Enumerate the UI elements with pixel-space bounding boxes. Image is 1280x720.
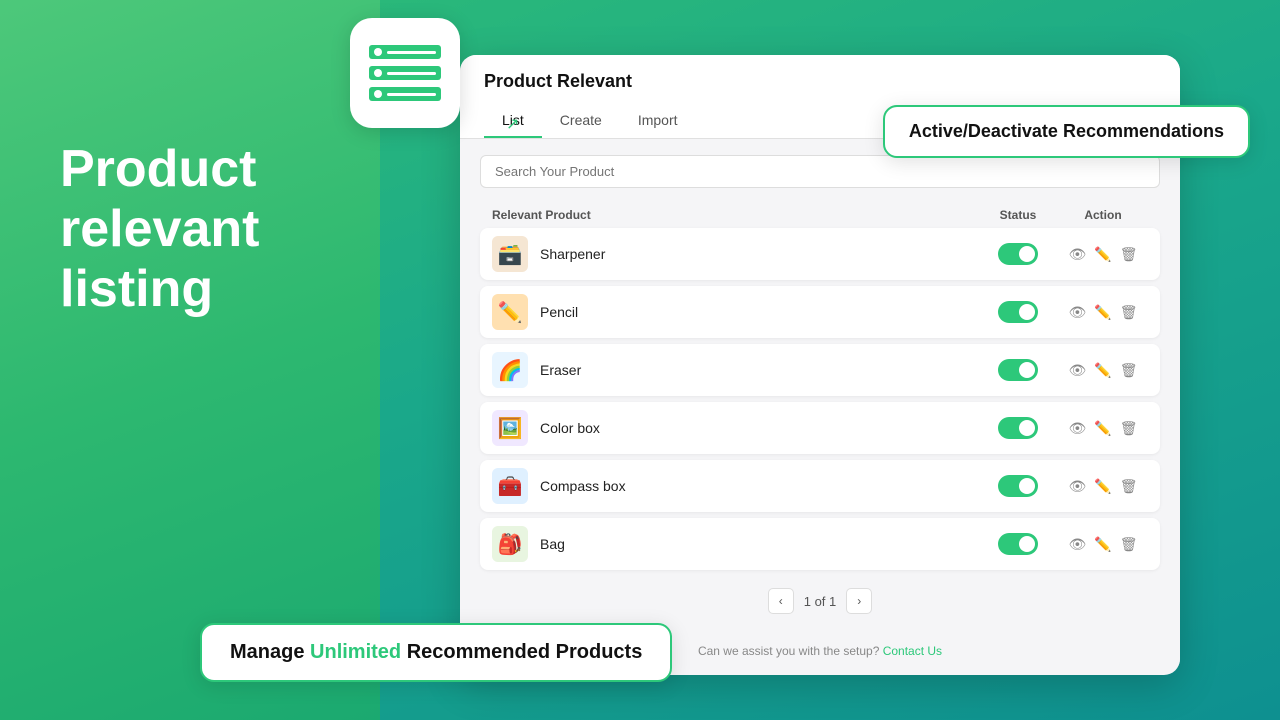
status-cell (978, 359, 1058, 381)
view-icon[interactable]: 👁 (1069, 478, 1087, 495)
delete-icon[interactable]: 🗑 (1120, 304, 1138, 321)
product-name: Compass box (540, 478, 978, 494)
status-toggle[interactable] (998, 417, 1038, 439)
status-toggle[interactable] (998, 359, 1038, 381)
status-toggle[interactable] (998, 301, 1038, 323)
action-cell: 👁 ✏️ 🗑 (1058, 362, 1148, 379)
view-icon[interactable]: 👁 (1069, 420, 1087, 437)
edit-icon[interactable]: ✏️ (1094, 478, 1111, 495)
edit-icon[interactable]: ✏️ (1094, 536, 1111, 553)
product-name: Sharpener (540, 246, 978, 262)
delete-icon[interactable]: 🗑 (1120, 246, 1138, 263)
col-header-action: Action (1058, 208, 1148, 222)
table-row: 🖼️ Color box 👁 ✏️ 🗑 (480, 402, 1160, 454)
product-name: Pencil (540, 304, 978, 320)
callout-bottom-prefix: Manage (230, 641, 310, 663)
logo-bar-3 (369, 87, 441, 101)
action-cell: 👁 ✏️ 🗑 (1058, 420, 1148, 437)
status-toggle[interactable] (998, 475, 1038, 497)
logo-circle-1 (374, 48, 382, 56)
logo-circle-3 (374, 90, 382, 98)
edit-icon[interactable]: ✏️ (1094, 420, 1111, 437)
logo-bar-2 (369, 66, 441, 80)
callout-top-badge: Active/Deactivate Recommendations (883, 105, 1250, 158)
edit-icon[interactable]: ✏️ (1094, 246, 1111, 263)
delete-icon[interactable]: 🗑 (1120, 420, 1138, 437)
logo-line-3 (387, 93, 436, 96)
table-row: 🧰 Compass box 👁 ✏️ 🗑 (480, 460, 1160, 512)
hero-line2: relevant (60, 200, 259, 258)
product-thumb: 🧰 (492, 468, 528, 504)
table-header: Relevant Product Status Action (480, 202, 1160, 228)
callout-bottom-badge: Manage Unlimited Recommended Products (200, 623, 672, 682)
action-cell: 👁 ✏️ 🗑 (1058, 304, 1148, 321)
table-row: 🌈 Eraser 👁 ✏️ 🗑 (480, 344, 1160, 396)
footer-help-text: Can we assist you with the setup? (698, 644, 883, 658)
logo-bar-1 (369, 45, 441, 59)
product-thumb: 🗃️ (492, 236, 528, 272)
view-icon[interactable]: 👁 (1069, 304, 1087, 321)
view-icon[interactable]: 👁 (1069, 362, 1087, 379)
tab-list[interactable]: List ↗ (484, 104, 542, 138)
search-input[interactable] (480, 155, 1160, 188)
logo-card (350, 18, 460, 128)
action-cell: 👁 ✏️ 🗑 (1058, 536, 1148, 553)
product-name: Bag (540, 536, 978, 552)
logo-circle-2 (374, 69, 382, 77)
col-header-status: Status (978, 208, 1058, 222)
product-list: 🗃️ Sharpener 👁 ✏️ 🗑 ✏️ Pencil 👁 ✏️ 🗑 🌈 (480, 228, 1160, 570)
product-thumb: ✏️ (492, 294, 528, 330)
table-row: 🎒 Bag 👁 ✏️ 🗑 (480, 518, 1160, 570)
app-title: Product Relevant (484, 71, 1156, 92)
app-body: Relevant Product Status Action 🗃️ Sharpe… (460, 139, 1180, 638)
tab-import[interactable]: Import (620, 104, 696, 138)
hero-text: Product relevant listing (60, 140, 259, 319)
delete-icon[interactable]: 🗑 (1120, 362, 1138, 379)
action-cell: 👁 ✏️ 🗑 (1058, 246, 1148, 263)
page-next-btn[interactable]: › (846, 588, 872, 614)
page-info: 1 of 1 (804, 594, 837, 609)
hero-line1: Product (60, 140, 256, 198)
status-cell (978, 533, 1058, 555)
callout-top-bold: Recommendations (1063, 121, 1224, 141)
product-thumb: 🖼️ (492, 410, 528, 446)
action-cell: 👁 ✏️ 🗑 (1058, 478, 1148, 495)
tab-create[interactable]: Create (542, 104, 620, 138)
logo-line-1 (387, 51, 436, 54)
edit-icon[interactable]: ✏️ (1094, 362, 1111, 379)
callout-bottom-bold: Products (556, 641, 643, 663)
status-toggle[interactable] (998, 243, 1038, 265)
product-name: Color box (540, 420, 978, 436)
delete-icon[interactable]: 🗑 (1120, 478, 1138, 495)
status-cell (978, 301, 1058, 323)
cursor-icon: ↗ (506, 114, 519, 134)
page-prev-btn[interactable]: ‹ (768, 588, 794, 614)
status-toggle[interactable] (998, 533, 1038, 555)
callout-bottom-middle: Recommended (401, 641, 555, 663)
col-header-product: Relevant Product (492, 208, 978, 222)
product-thumb: 🌈 (492, 352, 528, 388)
product-name: Eraser (540, 362, 978, 378)
status-cell (978, 475, 1058, 497)
hero-line3: listing (60, 260, 213, 318)
callout-bottom-highlight: Unlimited (310, 641, 401, 663)
footer-contact-link[interactable]: Contact Us (883, 644, 942, 658)
view-icon[interactable]: 👁 (1069, 246, 1087, 263)
table-row: ✏️ Pencil 👁 ✏️ 🗑 (480, 286, 1160, 338)
product-thumb: 🎒 (492, 526, 528, 562)
view-icon[interactable]: 👁 (1069, 536, 1087, 553)
delete-icon[interactable]: 🗑 (1120, 536, 1138, 553)
table-row: 🗃️ Sharpener 👁 ✏️ 🗑 (480, 228, 1160, 280)
status-cell (978, 243, 1058, 265)
edit-icon[interactable]: ✏️ (1094, 304, 1111, 321)
status-cell (978, 417, 1058, 439)
pagination: ‹ 1 of 1 › (480, 576, 1160, 622)
logo-line-2 (387, 72, 436, 75)
callout-top-normal: Active/Deactivate (909, 121, 1063, 141)
